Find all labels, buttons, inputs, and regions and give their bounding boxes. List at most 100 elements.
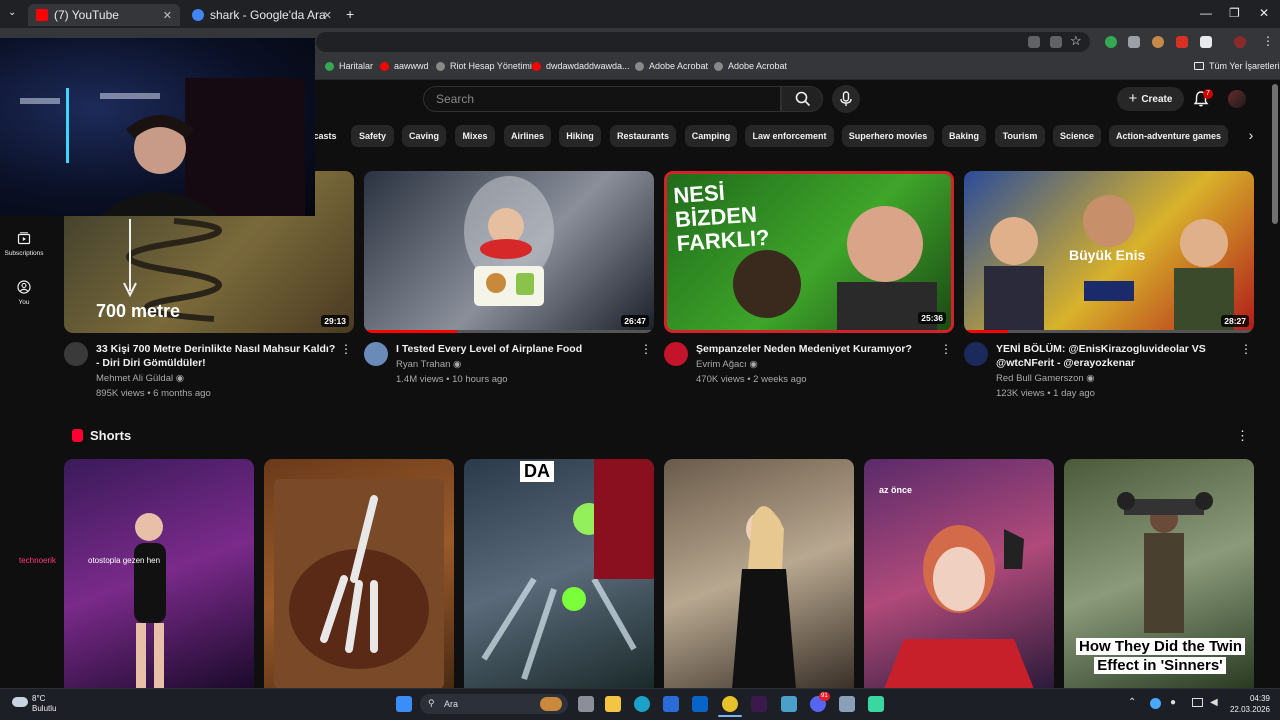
translate-icon[interactable]: [1028, 36, 1040, 48]
chip-science[interactable]: Science: [1053, 125, 1101, 147]
tab-search-dropdown[interactable]: ⌄: [8, 7, 16, 18]
chip-camping[interactable]: Camping: [685, 125, 737, 147]
bookmark-item[interactable]: Adobe Acrobat: [714, 61, 787, 71]
channel-avatar[interactable]: [64, 342, 88, 366]
chip-tourism[interactable]: Tourism: [995, 125, 1045, 147]
create-button[interactable]: + Create: [1117, 87, 1184, 111]
browser-menu-icon[interactable]: ⋮: [1262, 34, 1274, 48]
file-app-icon[interactable]: [781, 696, 797, 712]
tray-overflow-icon[interactable]: ⌃: [1128, 697, 1136, 708]
video-thumbnail[interactable]: Büyük Enis 28:27: [964, 171, 1254, 333]
task-view-icon[interactable]: [578, 696, 594, 712]
extension-box-icon[interactable]: [1128, 36, 1140, 48]
short-thumbnail[interactable]: How They Did the Twin Effect in 'Sinners…: [1064, 459, 1254, 689]
channel-name-text: Ryan Trahan: [396, 359, 451, 370]
chip-caving[interactable]: Caving: [402, 125, 446, 147]
verified-check-icon: ◉: [175, 373, 185, 384]
extension-cookie-icon[interactable]: [1152, 36, 1164, 48]
extension-red-icon[interactable]: [1176, 36, 1188, 48]
short-thumbnail[interactable]: az önce: [864, 459, 1054, 689]
chip-baking[interactable]: Baking: [942, 125, 986, 147]
volume-icon[interactable]: ◀: [1210, 697, 1218, 708]
cast-icon[interactable]: [1050, 36, 1062, 48]
sidenav-you[interactable]: You: [0, 280, 48, 306]
bookmark-star-icon[interactable]: ☆: [1070, 33, 1082, 49]
maximize-button[interactable]: ❐: [1229, 6, 1240, 20]
video-title[interactable]: 33 Kişi 700 Metre Derinlikte Nasıl Mahsu…: [96, 342, 336, 370]
outlook-icon[interactable]: [692, 696, 708, 712]
chip-superhero-movies[interactable]: Superhero movies: [842, 125, 934, 147]
sidenav-subscriptions[interactable]: Subscriptions: [0, 231, 48, 257]
minimize-button[interactable]: —: [1200, 6, 1212, 20]
cloud-weather-icon[interactable]: [12, 697, 28, 707]
chrome-icon[interactable]: [722, 696, 738, 712]
tab-youtube[interactable]: (7) YouTube ✕: [28, 4, 180, 26]
all-bookmarks-folder[interactable]: Tüm Yer İşaretleri: [1194, 61, 1280, 71]
microsoft-store-icon[interactable]: [663, 696, 679, 712]
windows-start-icon[interactable]: [396, 696, 412, 712]
chips-next-arrow-icon[interactable]: ›: [1240, 125, 1262, 147]
page-scrollbar[interactable]: [1272, 84, 1278, 224]
video-menu-icon[interactable]: ⋮: [1240, 342, 1252, 356]
bookmark-item[interactable]: Adobe Acrobat: [635, 61, 708, 71]
bookmark-item[interactable]: Haritalar: [325, 61, 373, 71]
dancer-illustration: [134, 513, 166, 689]
search-button[interactable]: [781, 86, 823, 112]
weather-widget[interactable]: 8°C Bulutlu: [32, 694, 56, 714]
chip-restaurants[interactable]: Restaurants: [610, 125, 676, 147]
channel-name[interactable]: Red Bull Gamerszon ◉: [996, 373, 1095, 384]
chimp-and-man-illustration: [733, 206, 937, 330]
chip-law-enforcement[interactable]: Law enforcement: [745, 125, 834, 147]
shorts-menu-icon[interactable]: ⋮: [1236, 428, 1249, 444]
extension-green-icon[interactable]: [1105, 36, 1117, 48]
new-tab-button[interactable]: +: [346, 6, 354, 22]
search-highlight-icon[interactable]: [540, 697, 562, 711]
extensions-puzzle-icon[interactable]: [1200, 36, 1212, 48]
video-thumbnail[interactable]: NESİ BİZDEN FARKLI? 25:36: [664, 171, 954, 333]
vs-code-icon[interactable]: [751, 696, 767, 712]
chip-action-adventure-games[interactable]: Action-adventure games: [1109, 125, 1228, 147]
app-green-icon[interactable]: [868, 696, 884, 712]
network-icon[interactable]: [1192, 698, 1203, 707]
channel-name[interactable]: Evrim Ağacı ◉: [696, 359, 758, 370]
search-icon: [795, 91, 811, 107]
channel-name[interactable]: Mehmet Ali Güldal ◉: [96, 373, 184, 384]
video-title[interactable]: I Tested Every Level of Airplane Food: [396, 342, 636, 356]
video-menu-icon[interactable]: ⋮: [340, 342, 352, 356]
channel-name[interactable]: Ryan Trahan ◉: [396, 359, 461, 370]
close-window-button[interactable]: ✕: [1259, 6, 1269, 20]
microphone-tray-icon[interactable]: ●: [1170, 697, 1176, 708]
steam-icon[interactable]: [839, 696, 855, 712]
file-explorer-icon[interactable]: [605, 696, 621, 712]
address-bar[interactable]: [316, 32, 1090, 52]
video-menu-icon[interactable]: ⋮: [640, 342, 652, 356]
video-thumbnail[interactable]: 26:47: [364, 171, 654, 333]
tray-cloud-icon[interactable]: [1150, 698, 1161, 709]
tab-google-search[interactable]: shark - Google'da Ara ✕: [184, 4, 340, 26]
video-title[interactable]: Şempanzeler Neden Medeniyet Kuramıyor?: [696, 342, 936, 356]
short-thumbnail[interactable]: otostopla gezen hen: [64, 459, 254, 689]
bookmark-item[interactable]: dwdawdaddwawda...: [532, 61, 630, 71]
short-thumbnail[interactable]: DA: [464, 459, 654, 689]
profile-avatar-icon[interactable]: [1234, 36, 1246, 48]
video-menu-icon[interactable]: ⋮: [940, 342, 952, 356]
chip-hiking[interactable]: Hiking: [559, 125, 601, 147]
chip-airlines[interactable]: Airlines: [504, 125, 551, 147]
channel-avatar[interactable]: [364, 342, 388, 366]
taskbar-clock[interactable]: 04:39 22.03.2026: [1226, 693, 1270, 715]
bookmark-item[interactable]: Riot Hesap Yönetimi: [436, 61, 532, 71]
close-tab-icon[interactable]: ✕: [323, 9, 332, 22]
short-thumbnail[interactable]: [264, 459, 454, 689]
chip-mixes[interactable]: Mixes: [455, 125, 495, 147]
video-title[interactable]: YENİ BÖLÜM: @EnisKirazogluvideolar VS @w…: [996, 342, 1236, 370]
search-input[interactable]: Search: [423, 86, 781, 112]
short-thumbnail[interactable]: [664, 459, 854, 689]
close-tab-icon[interactable]: ✕: [163, 9, 172, 22]
chip-safety[interactable]: Safety: [351, 125, 394, 147]
voice-search-button[interactable]: [832, 85, 860, 113]
bookmark-item[interactable]: aawwwd: [380, 61, 429, 71]
channel-avatar[interactable]: [964, 342, 988, 366]
account-avatar[interactable]: [1228, 90, 1246, 108]
channel-avatar[interactable]: [664, 342, 688, 366]
edge-browser-icon[interactable]: [634, 696, 650, 712]
